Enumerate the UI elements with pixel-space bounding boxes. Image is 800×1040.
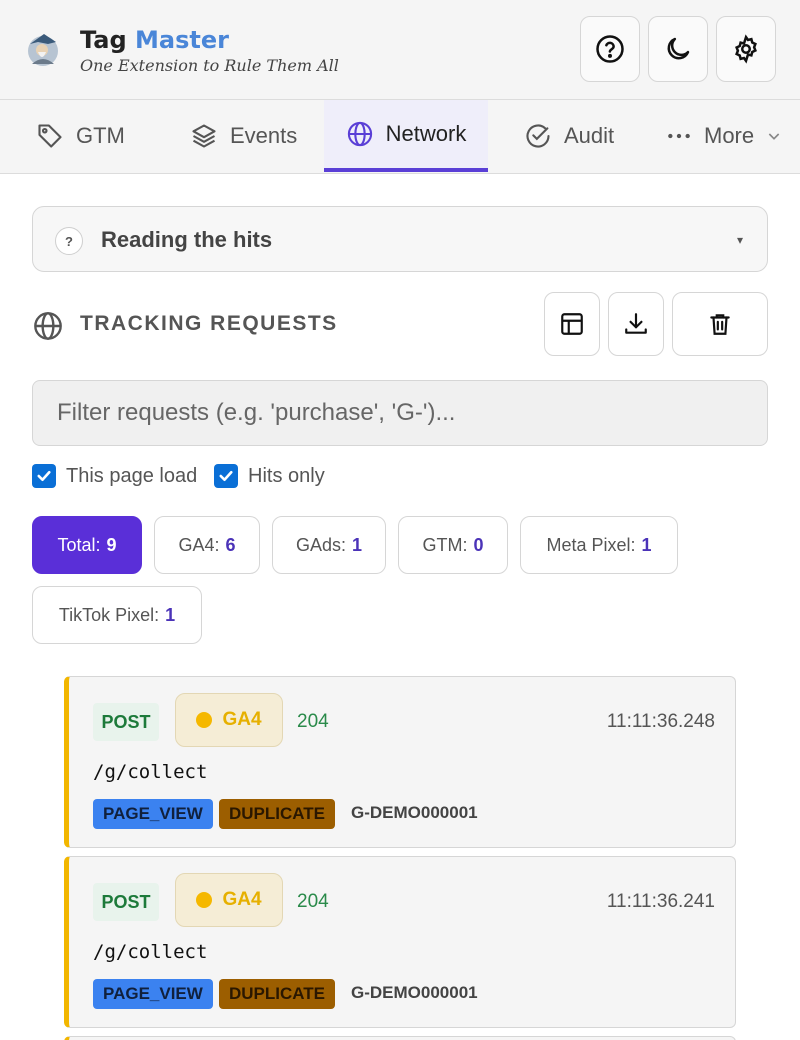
measurement-id: G-DEMO000001 xyxy=(351,803,478,822)
chip-gads-label: GAds: xyxy=(295,534,346,555)
tab-network-label: Network xyxy=(385,121,467,146)
gear-icon xyxy=(735,34,757,64)
app-title-part2: Master xyxy=(135,26,229,54)
chip-gads[interactable]: GAds: 1 xyxy=(272,516,386,574)
method-badge: POST xyxy=(93,883,159,921)
vendor-label: GA4 xyxy=(222,709,262,730)
dot-icon xyxy=(196,712,213,728)
chip-total-label: Total: xyxy=(57,534,101,555)
checkbox-checked-icon[interactable] xyxy=(214,464,238,488)
reading-hits-dropdown[interactable]: ? Reading the hits ▾ xyxy=(32,206,768,272)
brand: Tag Master One Extension to Rule Them Al… xyxy=(80,26,339,75)
download-icon xyxy=(625,313,647,334)
vendor-badge: GA4 xyxy=(175,873,283,927)
checkbox-checked-icon[interactable] xyxy=(32,464,56,488)
hits-only-checkbox[interactable]: Hits only xyxy=(214,464,325,488)
dot-icon xyxy=(196,892,213,908)
moon-icon xyxy=(667,37,690,60)
dark-mode-button[interactable] xyxy=(648,16,708,82)
request-path: /g/collect xyxy=(93,761,208,783)
chip-gtm[interactable]: GTM: 0 xyxy=(398,516,508,574)
request-card[interactable] xyxy=(64,1036,736,1040)
tab-events[interactable]: Events xyxy=(190,100,297,172)
event-tag: PAGE_VIEW xyxy=(93,979,213,1009)
status-code: 204 xyxy=(297,891,329,912)
hits-only-label: Hits only xyxy=(248,464,325,487)
this-page-load-checkbox[interactable]: This page load xyxy=(32,464,197,488)
trash-icon xyxy=(710,314,730,335)
download-button[interactable] xyxy=(608,292,664,356)
tab-network[interactable]: Network xyxy=(324,100,488,172)
chevron-down-icon xyxy=(768,133,780,140)
vendor-label: GA4 xyxy=(222,889,262,910)
caret-down-icon: ▾ xyxy=(736,233,743,247)
app-title-part1: Tag xyxy=(80,26,127,54)
request-card[interactable]: POST GA4 204 11:11:36.248 /g/collect PAG… xyxy=(64,676,736,848)
tab-gtm-label: GTM xyxy=(76,123,125,148)
filter-input[interactable] xyxy=(32,380,768,446)
tab-audit-label: Audit xyxy=(564,123,615,148)
chip-meta-pixel-count: 1 xyxy=(641,534,652,555)
clear-button[interactable] xyxy=(672,292,768,356)
timestamp: 11:11:36.248 xyxy=(606,711,715,732)
settings-button[interactable] xyxy=(716,16,776,82)
status-code: 204 xyxy=(297,711,329,732)
chip-total[interactable]: Total: 9 xyxy=(32,516,142,574)
duplicate-tag: DUPLICATE xyxy=(219,799,336,829)
app-header: Tag Master One Extension to Rule Them Al… xyxy=(0,0,800,100)
chip-gtm-label: GTM: xyxy=(422,534,468,555)
layout-button[interactable] xyxy=(544,292,600,356)
event-tag: PAGE_VIEW xyxy=(93,799,213,829)
chip-meta-pixel-label: Meta Pixel: xyxy=(546,534,636,555)
help-button[interactable] xyxy=(580,16,640,82)
question-icon: ? xyxy=(55,227,83,255)
timestamp: 11:11:36.241 xyxy=(606,891,715,912)
check-circle-icon xyxy=(526,124,550,148)
chip-tiktok-pixel-count: 1 xyxy=(165,604,176,625)
tab-more-label: More xyxy=(704,123,755,148)
more-icon xyxy=(668,133,690,139)
tab-gtm[interactable]: GTM xyxy=(36,100,125,172)
chip-tiktok-pixel[interactable]: TikTok Pixel: 1 xyxy=(32,586,202,644)
section-title: TRACKING REQUESTS xyxy=(80,312,338,335)
globe-icon xyxy=(34,312,62,340)
app-subtitle: One Extension to Rule Them All xyxy=(80,56,339,75)
chip-meta-pixel[interactable]: Meta Pixel: 1 xyxy=(520,516,678,574)
request-card[interactable]: POST GA4 204 11:11:36.241 /g/collect PAG… xyxy=(64,856,736,1028)
method-badge: POST xyxy=(93,703,159,741)
chip-gtm-count: 0 xyxy=(473,534,484,555)
reading-hits-label: Reading the hits xyxy=(101,227,273,252)
chip-ga4-label: GA4: xyxy=(178,534,220,555)
tab-more[interactable]: More xyxy=(666,100,782,172)
duplicate-tag: DUPLICATE xyxy=(219,979,336,1009)
help-icon xyxy=(596,35,624,63)
globe-icon xyxy=(347,121,372,147)
vendor-badge: GA4 xyxy=(175,693,283,747)
this-page-load-label: This page load xyxy=(66,464,198,487)
chip-ga4-count: 6 xyxy=(225,534,236,555)
layout-icon xyxy=(561,313,583,335)
chip-tiktok-pixel-label: TikTok Pixel: xyxy=(58,604,160,625)
chip-total-count: 9 xyxy=(106,534,117,555)
logo-icon xyxy=(28,34,58,66)
tab-events-label: Events xyxy=(230,123,298,148)
layers-icon xyxy=(192,124,216,148)
chip-ga4[interactable]: GA4: 6 xyxy=(154,516,260,574)
tab-audit[interactable]: Audit xyxy=(524,100,614,172)
measurement-id: G-DEMO000001 xyxy=(351,983,478,1002)
app-title: Tag Master xyxy=(80,26,339,54)
tag-icon xyxy=(38,124,62,148)
request-path: /g/collect xyxy=(93,941,208,963)
chip-gads-count: 1 xyxy=(352,534,363,555)
tab-bar: GTM Events Network Audit More xyxy=(0,100,800,174)
